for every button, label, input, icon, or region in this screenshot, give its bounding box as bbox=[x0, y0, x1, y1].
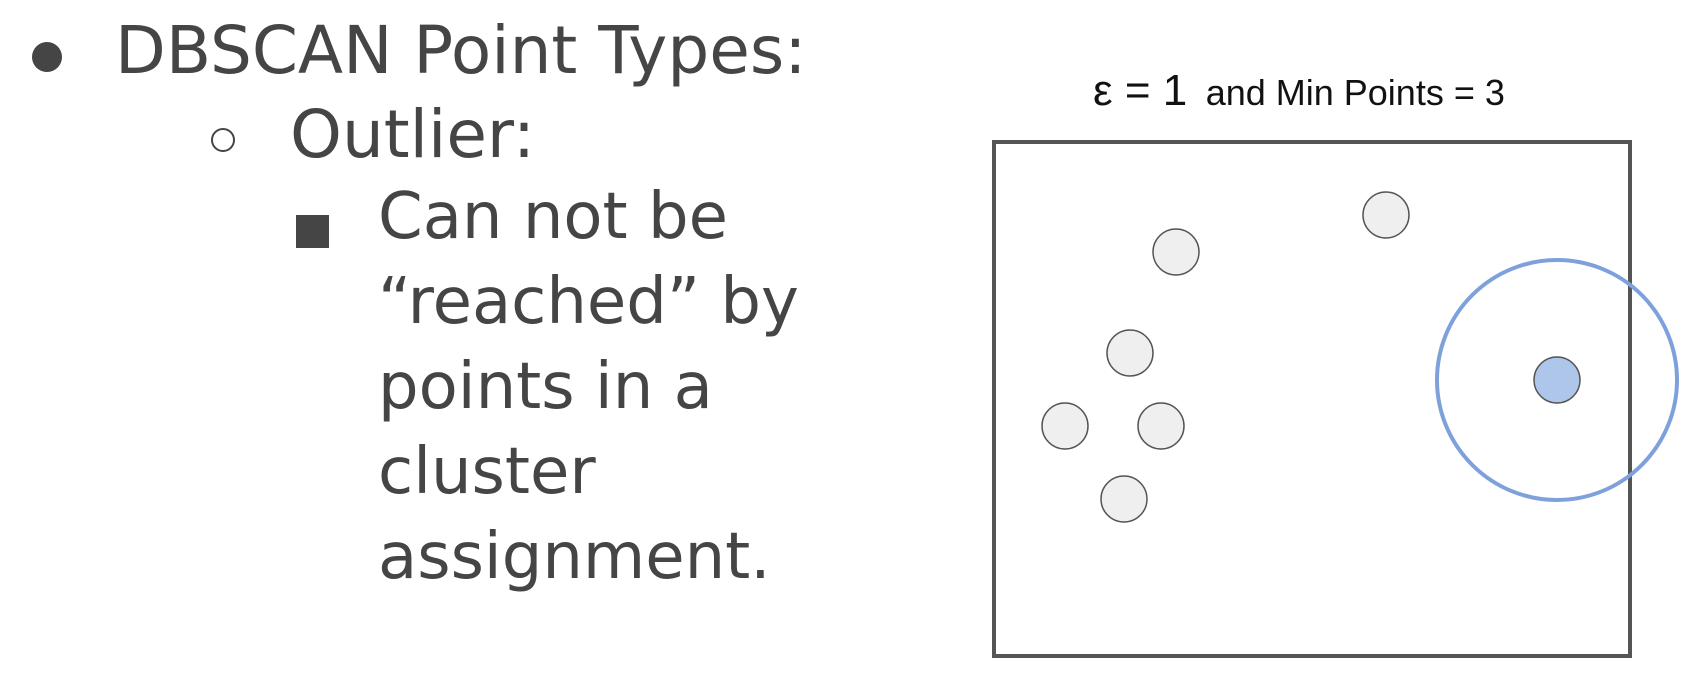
dbscan-diagram bbox=[992, 140, 1679, 658]
data-point bbox=[1100, 475, 1148, 523]
outlier-point bbox=[1533, 356, 1581, 404]
data-point bbox=[1106, 329, 1154, 377]
data-point bbox=[1152, 228, 1200, 276]
data-point bbox=[1041, 402, 1089, 450]
data-point bbox=[1362, 191, 1410, 239]
slide: DBSCAN Point Types: Outlier: Can not be … bbox=[0, 0, 1686, 694]
data-point bbox=[1137, 402, 1185, 450]
diagram-frame bbox=[992, 140, 1632, 658]
